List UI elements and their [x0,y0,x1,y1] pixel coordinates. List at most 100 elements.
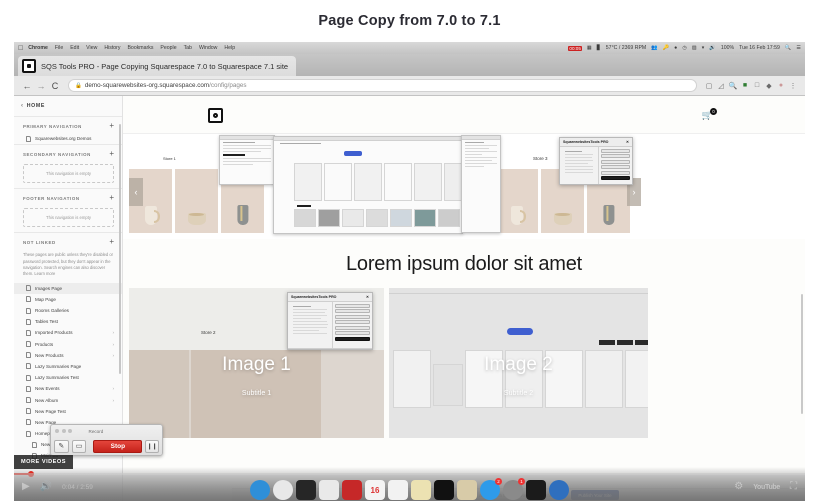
menubar-item-edit[interactable]: Edit [70,45,79,51]
dock-app-sublime-text[interactable] [296,480,316,500]
extension-tools-icon[interactable]: ◆ [763,82,775,90]
product-tile[interactable] [175,169,218,233]
browser-tab[interactable]: SQS Tools PRO - Page Copying Squarespace… [18,56,297,76]
wifi-icon[interactable]: ▾ [702,45,705,51]
chevron-icon[interactable]: › [113,330,115,335]
dock-app-safari[interactable] [250,480,270,500]
video-player[interactable]:  Chrome File Edit View History Bookmark… [14,42,805,501]
pause-recording-button[interactable]: ❙❙ [145,439,160,453]
dock-app-coda[interactable] [549,480,569,500]
dock-app-system-preferences[interactable]: 1 [503,478,525,500]
dock-app-filezilla[interactable] [342,480,362,500]
mac-dock[interactable]: 16 2 1 [14,473,805,501]
site-logo-icon[interactable] [208,108,223,123]
menubar-cpu-temp[interactable]: 57°C / 2369 RPM [606,45,646,51]
recorder-controls[interactable]: ✎ ▭ Stop ❙❙ [51,437,162,455]
window-zoom-icon[interactable] [68,429,72,433]
reload-icon[interactable]: C [48,81,62,91]
pro-tools-panel[interactable]: SquarewebsitesTools PRO ✕ [559,137,633,185]
menubar-item-chrome[interactable]: Chrome [28,45,48,51]
dock-app-app-store[interactable]: 2 [480,478,502,500]
menubar-item-window[interactable]: Window [199,45,217,51]
menubar-item-tab[interactable]: Tab [184,45,192,51]
menubar-item-file[interactable]: File [55,45,63,51]
sidebar-page-item[interactable]: New Events › [14,383,122,394]
spotlight-search-icon[interactable]: 🔍 [785,45,791,51]
key-icon[interactable]: 🔑 [663,45,669,51]
chrome-menu-icon[interactable]: ⋮ [787,82,799,90]
sidebar-page-item[interactable]: Products › [14,339,122,350]
dock-app-notes[interactable] [388,480,408,500]
dock-app-numbers[interactable] [457,480,477,500]
sidebar-page-item[interactable]: Imported Products › [14,327,122,338]
dock-app-calendar[interactable]: 16 [365,480,385,500]
pen-icon[interactable]: ✎ [54,439,69,453]
carousel-prev-button[interactable]: ‹ [129,178,143,206]
profile-avatar[interactable]: ● [775,82,787,89]
sidebar-page-item[interactable]: Tables Test [14,316,122,327]
signal-icon[interactable]: ▊ [597,45,601,51]
product-tile[interactable] [495,169,538,233]
add-page-icon[interactable]: + [109,122,114,130]
add-page-icon[interactable]: + [109,194,114,202]
clock-history-icon[interactable]: ◷ [682,45,687,51]
flag-icon[interactable]: ▧ [692,45,697,51]
image-block-2[interactable]: Image 2 Subtitle 2 [389,288,648,438]
chevron-icon[interactable]: › [113,353,115,358]
window-minimize-icon[interactable] [61,429,66,433]
chevron-icon[interactable]: › [113,342,115,347]
dock-app-textedit[interactable] [319,480,339,500]
stop-recording-button[interactable]: Stop [93,439,143,453]
share-icon[interactable]: ◿ [715,82,727,90]
chevron-icon[interactable]: › [113,398,115,403]
notification-center-icon[interactable]: ☰ [796,45,801,51]
close-icon[interactable]: ✕ [626,140,629,144]
browser-toolbar[interactable]: ← → C 🔒 demo-squarewebsites-org.squaresp… [14,76,805,96]
menubar-clock[interactable]: Tue 16 Feb 17:59 [739,45,780,51]
sidebar-page-item[interactable]: Lazy Summaries Test [14,372,122,383]
add-page-icon[interactable]: + [109,238,114,246]
users-icon[interactable]: 👥 [651,45,657,51]
dock-app-chrome[interactable] [273,480,293,500]
menubar-item-view[interactable]: View [86,45,97,51]
image-block-1[interactable]: Store 2 SquarewebsitesTools PRO ✕ Image … [129,288,384,438]
sidebar-page-item[interactable]: Rooms Galleries [14,305,122,316]
sidebar-page-item[interactable]: Images Page [14,282,122,294]
dock-app-spreadsheet[interactable] [526,480,546,500]
dropbox-icon[interactable]: ● [674,45,677,51]
sidebar-scrollbar[interactable] [119,124,121,374]
sidebar-page-item[interactable]: New Album › [14,394,122,405]
sidebar-page-item[interactable]: New Page Test [14,406,122,417]
address-bar[interactable]: 🔒 demo-squarewebsites-org.squarespace.co… [68,79,697,92]
forward-icon[interactable]: → [34,81,48,91]
menubar-item-history[interactable]: History [104,45,120,51]
screen-recorder-widget[interactable]: Record ✎ ▭ Stop ❙❙ [50,424,163,456]
dock-app-activity-monitor[interactable] [434,480,454,500]
sidebar-item-demos[interactable]: Squarewebsites.org Demos [14,133,122,144]
back-icon[interactable]: ← [20,81,34,91]
menubar-item-bookmarks[interactable]: Bookmarks [127,45,153,51]
menubar-item-people[interactable]: People [160,45,176,51]
sidebar-page-item[interactable]: Lazy Summaries Page [14,361,122,372]
sidebar-home-link[interactable]: ‹ HOME [14,96,122,116]
preview-scrollbar[interactable] [800,294,803,414]
dock-app-stickies[interactable] [411,480,431,500]
extension-grammarly-icon[interactable]: ■ [739,82,751,89]
site-preview[interactable]: 🛒 0 ‹ › Store 1 Store 3 SquarewebsitesTo… [123,96,805,501]
cart-icon[interactable]: 🛒 0 [702,108,717,121]
extension-pin-icon[interactable]: □ [751,82,763,89]
display-icon[interactable]: ▦ [587,45,592,51]
close-icon[interactable]: ✕ [366,295,369,299]
window-close-icon[interactable] [55,429,59,433]
volume-icon[interactable]: 🔊 [709,45,715,51]
menubar-battery[interactable]: 100% [721,45,734,51]
pro-tools-panel[interactable]: SquarewebsitesTools PRO ✕ [287,292,373,350]
menubar-item-help[interactable]: Help [224,45,235,51]
sidebar-page-item[interactable]: New Products › [14,350,122,361]
add-page-icon[interactable]: + [109,150,114,158]
browser-tabstrip[interactable]: SQS Tools PRO - Page Copying Squarespace… [14,54,805,76]
chevron-icon[interactable]: › [113,386,115,391]
cast-icon[interactable]: ▢ [703,82,715,90]
zoom-icon[interactable]: 🔍 [727,82,739,90]
sidebar-page-item[interactable]: Map Page [14,294,122,305]
